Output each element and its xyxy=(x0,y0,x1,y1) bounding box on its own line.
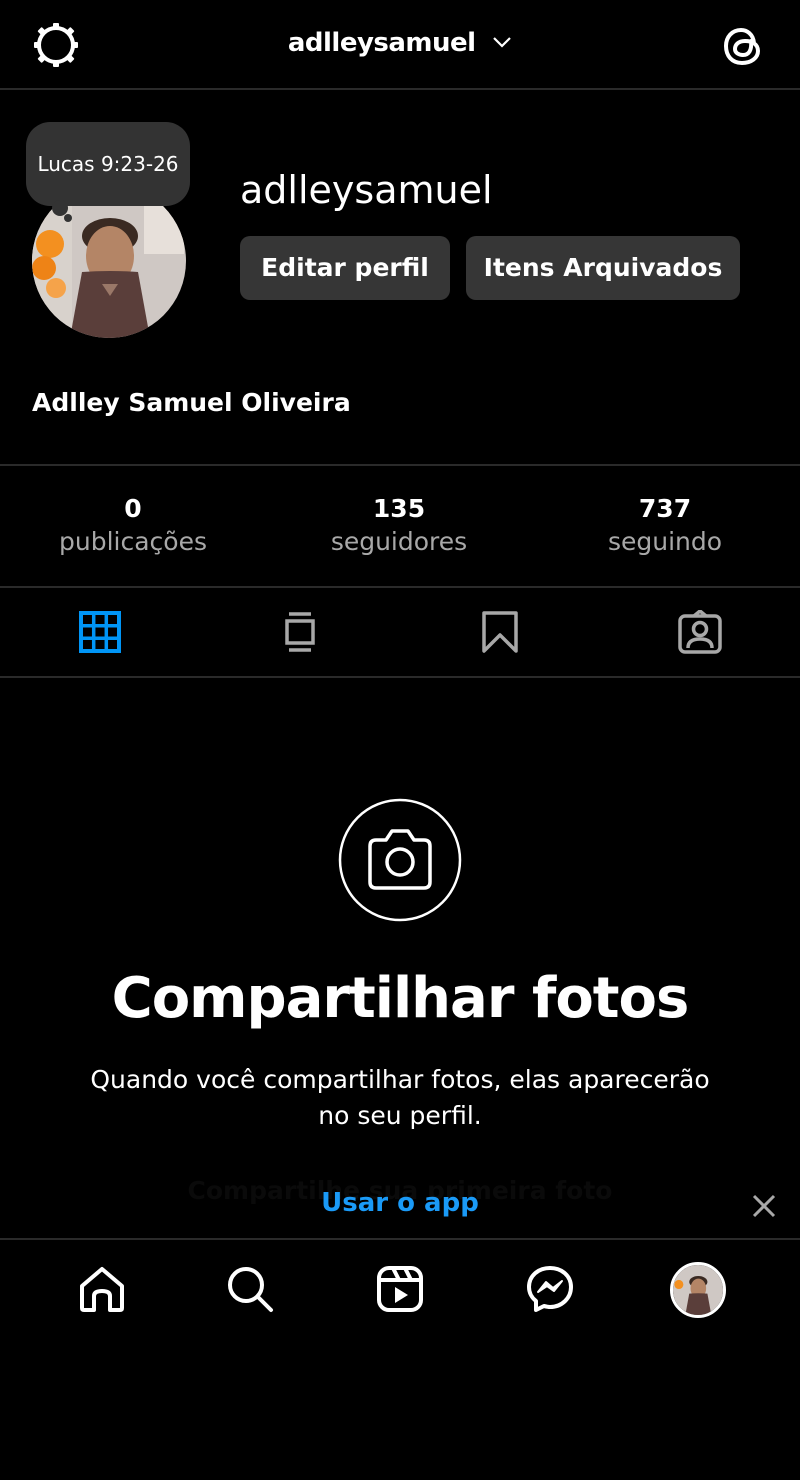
empty-state-title: Compartilhar fotos xyxy=(111,966,690,1031)
profile-note[interactable]: Lucas 9:23-26 xyxy=(26,122,190,206)
tagged-icon[interactable] xyxy=(678,610,722,654)
stat-followers-value: 135 xyxy=(372,494,426,523)
chevron-down-icon xyxy=(493,36,511,48)
archived-items-button[interactable]: Itens Arquivados xyxy=(466,236,740,300)
full-name: Adlley Samuel Oliveira xyxy=(32,388,351,417)
account-switcher[interactable]: adlleysamuel xyxy=(0,28,800,58)
stat-followers[interactable]: 135 seguidores xyxy=(266,494,532,556)
threads-icon[interactable] xyxy=(720,22,766,70)
stat-posts-label: publicações xyxy=(59,527,207,556)
use-app-link[interactable]: Usar o app xyxy=(0,1188,800,1218)
note-bubble-tail-small xyxy=(64,214,72,222)
stat-following-label: seguindo xyxy=(607,527,723,556)
empty-state-description: Quando você compartilhar fotos, elas apa… xyxy=(90,1065,710,1130)
stat-followers-label: seguidores xyxy=(330,527,468,556)
profile-username: adlleysamuel xyxy=(240,168,493,212)
stat-following[interactable]: 737 seguindo xyxy=(532,494,798,556)
stat-posts: 0 publicações xyxy=(0,494,266,556)
feed-icon[interactable] xyxy=(278,610,322,654)
close-icon[interactable] xyxy=(748,1190,780,1222)
stat-following-value: 737 xyxy=(638,494,692,523)
header-username: adlleysamuel xyxy=(287,28,476,58)
profile-tabs xyxy=(0,588,800,678)
camera-icon xyxy=(338,798,462,922)
reels-icon[interactable] xyxy=(375,1264,425,1314)
edit-profile-label: Editar perfil xyxy=(261,253,429,282)
profile-stats: 0 publicações 135 seguidores 737 seguind… xyxy=(0,464,800,588)
bottom-nav xyxy=(0,1238,800,1338)
messenger-icon[interactable] xyxy=(525,1264,575,1314)
profile-avatar-nav[interactable] xyxy=(670,1262,726,1318)
edit-profile-button[interactable]: Editar perfil xyxy=(240,236,450,300)
archived-items-label: Itens Arquivados xyxy=(483,253,723,282)
grid-icon[interactable] xyxy=(78,610,122,654)
note-text: Lucas 9:23-26 xyxy=(37,152,179,176)
home-icon[interactable] xyxy=(77,1264,127,1314)
search-icon[interactable] xyxy=(225,1264,275,1314)
bookmark-icon[interactable] xyxy=(478,610,522,654)
stat-posts-value: 0 xyxy=(124,494,142,523)
top-bar: adlleysamuel xyxy=(0,0,800,90)
